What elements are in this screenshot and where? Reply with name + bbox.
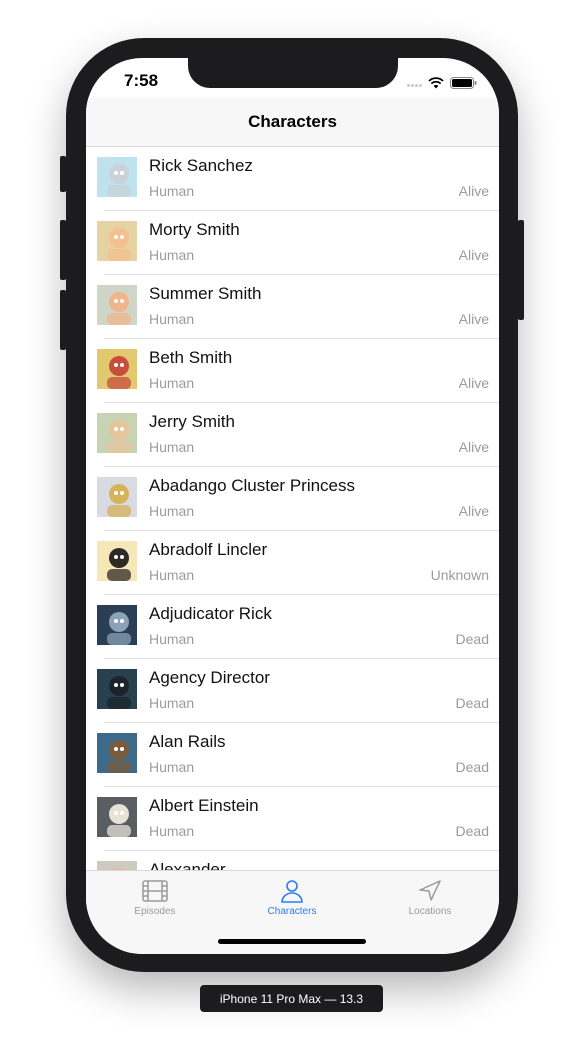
character-species: Human	[149, 375, 195, 391]
characters-list[interactable]: Rick Sanchez Human Alive Morty Smith Human Al…	[86, 147, 499, 870]
character-status: Alive	[458, 183, 489, 199]
character-row[interactable]: Rick Sanchez Human Alive	[86, 147, 499, 211]
character-avatar	[97, 541, 137, 581]
character-species: Human	[149, 439, 195, 455]
character-name: Abradolf Lincler	[149, 540, 268, 559]
character-status: Alive	[458, 439, 489, 455]
character-status: Dead	[455, 759, 489, 775]
character-row[interactable]: Beth Smith Human Alive	[86, 339, 499, 403]
character-row[interactable]: Morty Smith Human Alive	[86, 211, 499, 275]
character-row[interactable]: Alan Rails Human Dead	[86, 723, 499, 787]
character-avatar	[97, 477, 137, 517]
character-status: Alive	[458, 311, 489, 327]
character-avatar	[97, 733, 137, 773]
notch	[188, 58, 398, 88]
character-avatar	[97, 413, 137, 453]
status-icons	[406, 74, 477, 92]
character-name: Abadango Cluster Princess	[149, 476, 356, 495]
character-name: Summer Smith	[149, 284, 262, 303]
character-avatar	[97, 157, 137, 197]
tab-locations[interactable]: Locations	[361, 879, 499, 917]
character-status: Alive	[458, 247, 489, 263]
character-name: Alexander	[149, 860, 226, 870]
character-row[interactable]: Summer Smith Human Alive	[86, 275, 499, 339]
character-avatar	[97, 221, 137, 261]
tab-characters[interactable]: Characters	[223, 879, 361, 917]
page-title: Characters	[248, 112, 337, 131]
wifi-icon	[428, 77, 444, 89]
character-species: Human	[149, 311, 195, 327]
power-button	[518, 220, 524, 320]
character-species: Human	[149, 759, 195, 775]
screen: 7:58 Characters Rick Sanchez Human Alive Mo…	[86, 58, 499, 954]
character-status: Unknown	[430, 567, 489, 583]
character-status: Dead	[455, 823, 489, 839]
character-row[interactable]: Albert Einstein Human Dead	[86, 787, 499, 851]
character-row[interactable]: Abradolf Lincler Human Unknown	[86, 531, 499, 595]
character-row[interactable]: Jerry Smith Human Alive	[86, 403, 499, 467]
device-label: iPhone 11 Pro Max — 13.3	[200, 985, 383, 1012]
character-avatar	[97, 861, 137, 870]
character-status: Alive	[458, 503, 489, 519]
character-species: Human	[149, 247, 195, 263]
character-name: Adjudicator Rick	[149, 604, 272, 623]
character-species: Human	[149, 823, 195, 839]
character-name: Alan Rails	[149, 732, 226, 751]
character-species: Human	[149, 503, 195, 519]
tab-label: Locations	[408, 906, 452, 917]
volume-up-button	[60, 220, 66, 280]
character-species: Human	[149, 183, 195, 199]
film-icon	[142, 880, 168, 902]
character-status: Dead	[455, 631, 489, 647]
location-arrow-icon	[419, 880, 441, 901]
character-name: Albert Einstein	[149, 796, 259, 815]
mute-switch	[60, 156, 66, 192]
character-avatar	[97, 285, 137, 325]
character-name: Jerry Smith	[149, 412, 235, 431]
character-row[interactable]: AlexanderHuman	[86, 851, 499, 870]
home-indicator	[218, 939, 366, 944]
character-row[interactable]: Agency Director Human Dead	[86, 659, 499, 723]
character-avatar	[97, 349, 137, 389]
character-status: Dead	[455, 695, 489, 711]
status-time: 7:58	[124, 71, 159, 90]
character-avatar	[97, 797, 137, 837]
character-name: Agency Director	[149, 668, 270, 687]
character-name: Rick Sanchez	[149, 156, 253, 175]
character-name: Beth Smith	[149, 348, 233, 367]
character-avatar	[97, 605, 137, 645]
tab-label: Characters	[267, 906, 317, 917]
tab-label: Episodes	[134, 906, 176, 917]
navigation-bar: Characters	[86, 98, 499, 147]
character-name: Morty Smith	[149, 220, 240, 239]
signal-icon	[406, 74, 422, 92]
person-icon	[281, 880, 303, 903]
character-row[interactable]: Abadango Cluster Princess Human Alive	[86, 467, 499, 531]
tab-episodes[interactable]: Episodes	[86, 879, 224, 917]
character-species: Human	[149, 567, 195, 583]
volume-down-button	[60, 290, 66, 350]
character-species: Human	[149, 695, 195, 711]
character-row[interactable]: Adjudicator Rick Human Dead	[86, 595, 499, 659]
character-status: Alive	[458, 375, 489, 391]
battery-icon	[450, 77, 477, 89]
character-species: Human	[149, 631, 195, 647]
character-avatar	[97, 669, 137, 709]
